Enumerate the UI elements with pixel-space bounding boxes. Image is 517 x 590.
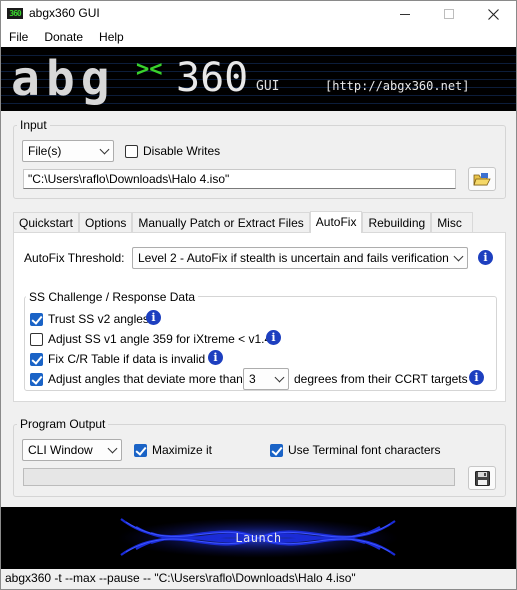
adjust-ss-v1-label: Adjust SS v1 angle 359 for iXtreme < v1.… <box>48 332 272 346</box>
output-target-select[interactable]: CLI Window <box>22 439 122 461</box>
info-icon[interactable]: i <box>146 310 161 325</box>
deviation-degrees-value: 3 <box>249 372 256 386</box>
close-button[interactable] <box>471 1 515 27</box>
menu-donate[interactable]: Donate <box>36 27 91 47</box>
output-progress-bar <box>23 468 455 486</box>
adjust-angles-box[interactable] <box>30 372 43 386</box>
chevron-down-icon <box>274 372 285 383</box>
disable-writes-checkbox[interactable]: Disable Writes <box>125 144 220 158</box>
autofix-threshold-value: Level 2 - AutoFix if stealth is uncertai… <box>138 251 449 265</box>
launch-label: Launch <box>235 531 282 545</box>
maximize-checkbox[interactable]: Maximize it <box>134 443 212 457</box>
tab-quickstart[interactable]: Quickstart <box>13 212 80 233</box>
floppy-disk-icon <box>474 470 490 486</box>
adjust-angles-checkbox[interactable]: Adjust angles that deviate more than <box>30 372 243 386</box>
banner-gui-label: GUI <box>256 79 280 94</box>
autofix-threshold-label: AutoFix Threshold: <box>24 251 125 265</box>
terminal-font-label: Use Terminal font characters <box>288 443 441 457</box>
input-source-value: File(s) <box>28 144 62 158</box>
maximize-box[interactable] <box>134 443 147 457</box>
launch-button[interactable]: Launch <box>1 507 516 569</box>
title-bar[interactable]: 360 abgx360 GUI <box>1 1 516 27</box>
ss-challenge-group-label: SS Challenge / Response Data <box>26 290 199 304</box>
fix-cr-table-checkbox[interactable]: Fix C/R Table if data is invalid <box>30 352 205 366</box>
status-bar: abgx360 -t --max --pause -- "C:\Users\ra… <box>1 569 516 589</box>
input-group-label: Input <box>17 118 50 132</box>
browse-button[interactable] <box>468 167 496 191</box>
command-line-text: abgx360 -t --max --pause -- "C:\Users\ra… <box>5 571 356 585</box>
trust-ss-v2-label: Trust SS v2 angles <box>48 312 149 326</box>
terminal-font-box[interactable] <box>270 443 283 457</box>
fix-cr-table-box[interactable] <box>30 352 43 366</box>
minimize-button[interactable] <box>383 1 427 27</box>
trust-ss-v2-checkbox[interactable]: Trust SS v2 angles <box>30 312 149 326</box>
deviation-suffix-label: degrees from their CCRT targets <box>294 372 468 386</box>
app-logo-icon: 360 <box>7 8 23 19</box>
header-banner: abg >< 360 GUI [http://abgx360.net] <box>1 47 516 111</box>
save-output-button[interactable] <box>468 466 496 490</box>
maximize-button[interactable] <box>427 1 471 27</box>
tab-rebuilding[interactable]: Rebuilding <box>362 212 432 233</box>
maximize-label: Maximize it <box>152 443 213 457</box>
abgx-logo: abg <box>11 51 116 107</box>
maximize-icon <box>444 9 454 19</box>
output-target-value: CLI Window <box>28 443 93 457</box>
fix-cr-table-label: Fix C/R Table if data is invalid <box>48 352 206 366</box>
tab-misc[interactable]: Misc <box>431 212 474 233</box>
logo-x-mark: >< <box>136 57 163 82</box>
terminal-font-checkbox[interactable]: Use Terminal font characters <box>270 443 441 457</box>
info-icon[interactable]: i <box>208 350 223 365</box>
program-output-group-label: Program Output <box>17 417 109 431</box>
folder-open-icon <box>473 172 491 185</box>
logo-360: 360 <box>176 55 249 101</box>
disable-writes-label: Disable Writes <box>143 144 221 158</box>
input-source-select[interactable]: File(s) <box>22 140 114 162</box>
tab-manually-patch[interactable]: Manually Patch or Extract Files <box>132 212 310 233</box>
menu-bar: File Donate Help <box>1 27 516 47</box>
adjust-ss-v1-box[interactable] <box>30 332 43 346</box>
tab-strip: Quickstart Options Manually Patch or Ext… <box>13 211 474 233</box>
menu-file[interactable]: File <box>1 27 36 47</box>
autofix-threshold-select[interactable]: Level 2 - AutoFix if stealth is uncertai… <box>132 247 468 269</box>
info-icon[interactable]: i <box>266 330 281 345</box>
window-title: abgx360 GUI <box>29 6 100 20</box>
chevron-down-icon <box>107 443 118 454</box>
info-icon[interactable]: i <box>469 370 484 385</box>
autofix-panel: AutoFix Threshold: Level 2 - AutoFix if … <box>13 232 506 402</box>
disable-writes-box[interactable] <box>125 144 138 158</box>
deviation-degrees-select[interactable]: 3 <box>243 368 289 390</box>
trust-ss-v2-box[interactable] <box>30 312 43 326</box>
adjust-angles-label: Adjust angles that deviate more than <box>48 372 243 386</box>
close-icon <box>487 8 499 20</box>
banner-url[interactable]: [http://abgx360.net] <box>325 79 470 93</box>
info-icon[interactable]: i <box>478 250 493 265</box>
tab-autofix[interactable]: AutoFix <box>309 211 363 233</box>
app-window: 360 abgx360 GUI File Donate Help abg >< … <box>0 0 517 590</box>
tab-options[interactable]: Options <box>79 212 133 233</box>
input-path-field[interactable]: "C:\Users\raflo\Downloads\Halo 4.iso" <box>23 169 456 189</box>
menu-help[interactable]: Help <box>91 27 132 47</box>
chevron-down-icon <box>453 251 464 262</box>
minimize-icon <box>400 13 410 15</box>
chevron-down-icon <box>99 144 110 155</box>
adjust-ss-v1-checkbox[interactable]: Adjust SS v1 angle 359 for iXtreme < v1.… <box>30 332 271 346</box>
